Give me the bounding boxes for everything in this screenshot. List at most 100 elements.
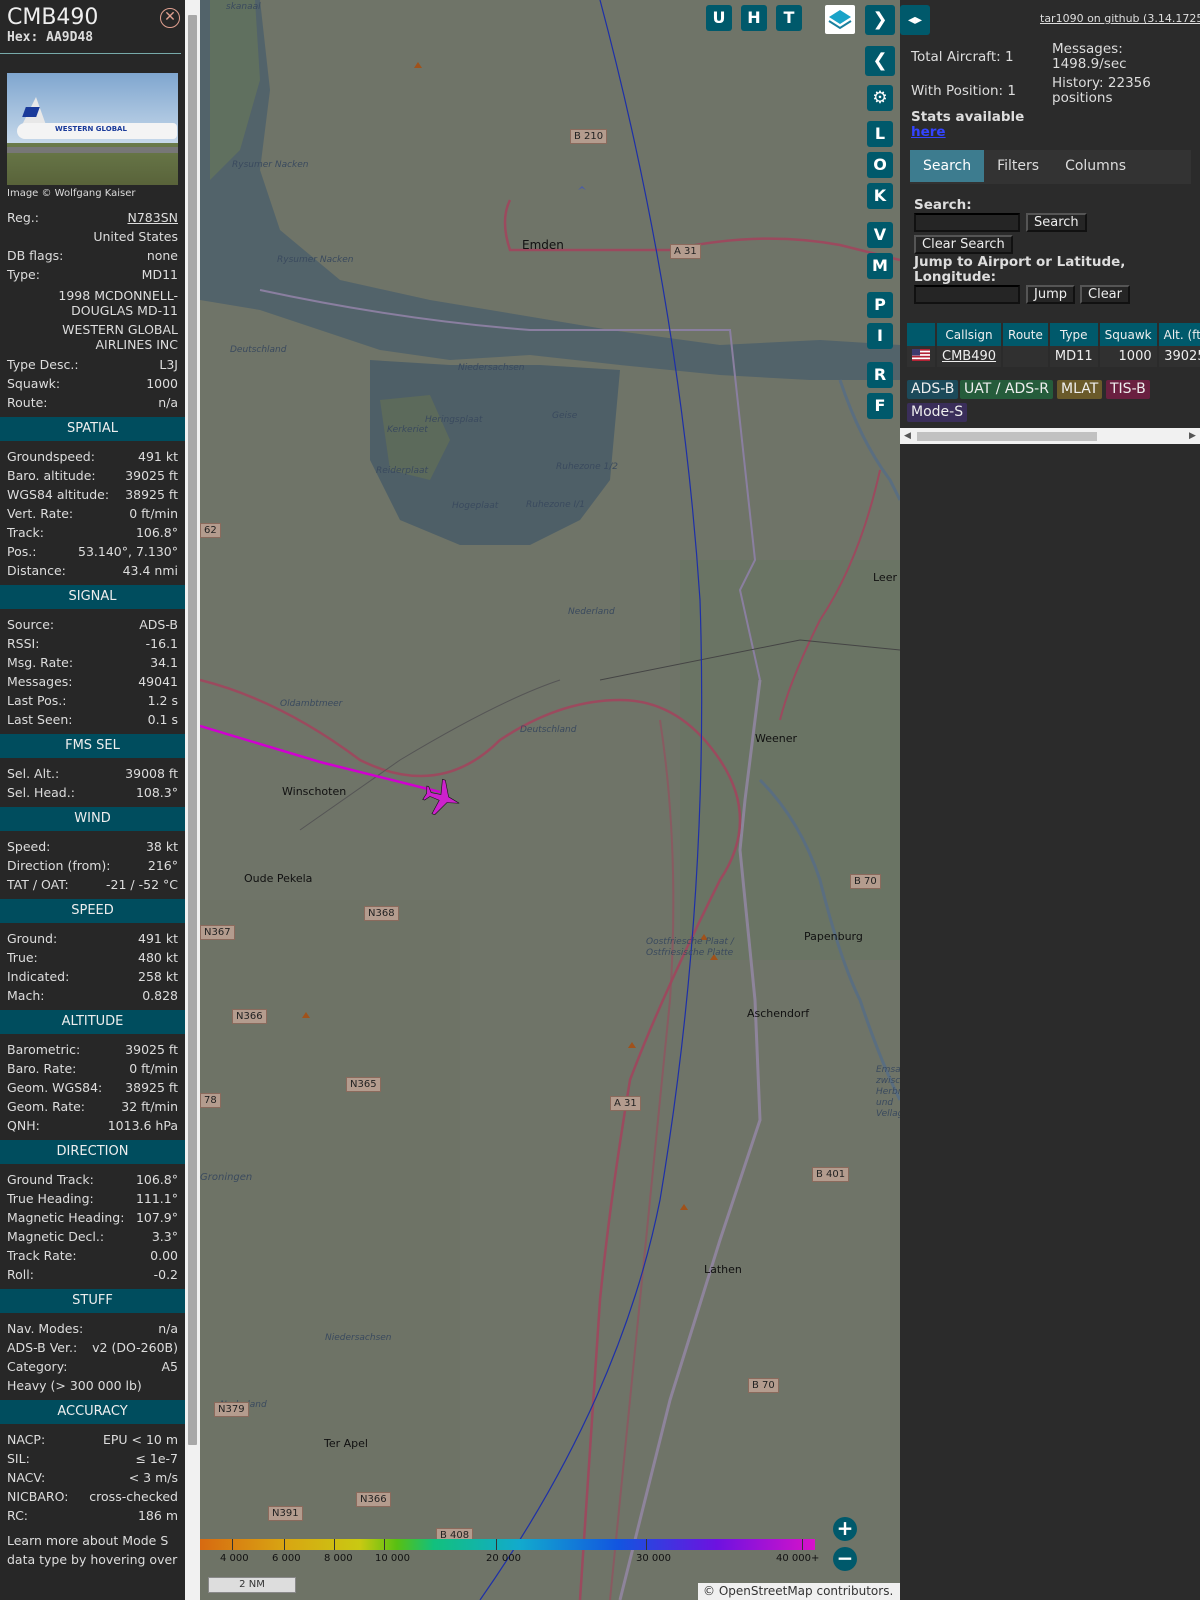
map-button-l[interactable]: L <box>867 121 893 147</box>
reg-link[interactable]: N783SN <box>128 208 179 227</box>
search-label: Search: <box>914 197 972 213</box>
altitude-tick-label: 4 000 <box>220 1553 249 1564</box>
map-button-t[interactable]: T <box>776 5 802 31</box>
info-value: ADS-B <box>139 617 178 632</box>
info-value: 106.8° <box>135 1172 178 1187</box>
info-label: Msg. Rate: <box>7 655 74 670</box>
search-button[interactable]: Search <box>1026 213 1087 232</box>
map-place-label: Nederland <box>568 607 615 617</box>
info-label: Heavy (> 300 000 lb) <box>7 1378 142 1393</box>
map-button-i[interactable]: I <box>867 323 893 349</box>
source-tag-mlat[interactable]: MLAT <box>1057 380 1103 399</box>
info-label: Source: <box>7 617 55 632</box>
zoom-in-button[interactable]: + <box>833 1517 857 1541</box>
map-button-f[interactable]: F <box>867 393 893 419</box>
total-aircraft: Total Aircraft: 1 <box>911 49 1014 65</box>
map-place-label: Aschendorf <box>747 1007 810 1020</box>
map-button-o[interactable]: O <box>867 152 893 178</box>
map-button-m[interactable]: M <box>867 253 893 279</box>
info-scrollbar-thumb[interactable] <box>188 15 197 1445</box>
map-button-v[interactable]: V <box>867 222 893 248</box>
info-value: 39025 ft <box>125 468 178 483</box>
info-label: NICBARO: <box>7 1489 69 1504</box>
info-label: RC: <box>7 1508 29 1523</box>
github-link[interactable]: tar1090 on github (3.14.1725) <box>1040 12 1200 25</box>
info-value: 38 kt <box>145 839 178 854</box>
info-label: TAT / OAT: <box>7 877 69 892</box>
info-label: Roll: <box>7 1267 34 1282</box>
map-button-k[interactable]: K <box>867 183 893 209</box>
info-value: 38925 ft <box>125 487 178 502</box>
info-value: 0.00 <box>150 1248 178 1263</box>
map-road-label: N366 <box>232 1009 267 1024</box>
clear-search-button[interactable]: Clear Search <box>914 235 1013 254</box>
info-row: Magnetic Decl.: 3.3° <box>0 1227 185 1246</box>
column-header[interactable]: Callsign <box>936 323 1004 346</box>
map-button-r[interactable]: R <box>867 362 893 388</box>
map-place-label: Rysumer Nacken <box>277 255 354 265</box>
table-row[interactable]: CMB490 MD11100039025 <box>907 346 1200 367</box>
info-label: Geom. Rate: <box>7 1099 86 1114</box>
info-label: Distance: <box>7 563 66 578</box>
column-header[interactable] <box>907 323 937 346</box>
scroll-right-arrow-icon[interactable]: ▶ <box>1189 431 1196 441</box>
map-button-h[interactable]: H <box>741 5 767 31</box>
layers-icon[interactable] <box>825 5 855 34</box>
chevron-right-icon[interactable]: ❯ <box>865 5 895 35</box>
aircraft-photo[interactable]: WESTERN GLOBAL <box>7 73 178 185</box>
map-place-label: Weener <box>755 732 798 745</box>
history-value: positions <box>1052 90 1113 106</box>
source-tag-adsb[interactable]: ADS-B <box>907 380 959 399</box>
table-scrollbar-thumb[interactable] <box>917 432 1097 441</box>
stats-link[interactable]: here <box>911 125 946 140</box>
map-button-u[interactable]: U <box>706 5 732 31</box>
jump-button[interactable]: Jump <box>1026 285 1075 304</box>
info-value: 0 ft/min <box>129 1061 178 1076</box>
search-input[interactable] <box>914 213 1020 232</box>
altitude-tick-label: 6 000 <box>272 1553 301 1564</box>
aircraft-info-panel: CMB490 Hex: AA9D48 ✕ WESTERN GLOBAL Imag… <box>0 0 200 1600</box>
map-place-label: Hogeplaat <box>452 501 499 511</box>
column-header[interactable]: Route <box>1002 323 1050 346</box>
jump-input[interactable] <box>914 285 1020 304</box>
route-row: Route: n/a <box>7 395 178 410</box>
map-attribution[interactable]: © OpenStreetMap contributors. <box>698 1583 900 1600</box>
callsign-cell[interactable]: CMB490 <box>936 346 1004 367</box>
info-value: ≤ 1e-7 <box>135 1451 178 1466</box>
source-tag-tisb[interactable]: TIS-B <box>1106 380 1150 399</box>
tab-filters[interactable]: Filters <box>984 150 1052 182</box>
info-value: 0.828 <box>142 988 178 1003</box>
us-flag-icon <box>907 346 937 367</box>
info-row: RC: 186 m <box>0 1506 185 1525</box>
image-credit: Image © Wolfgang Kaiser <box>7 188 136 199</box>
photo-livery-text: WESTERN GLOBAL <box>55 125 127 133</box>
tab-search[interactable]: Search <box>910 150 985 182</box>
map-button-p[interactable]: P <box>867 292 893 318</box>
map-road-label: B 70 <box>850 874 881 889</box>
map-place-label: Emden <box>522 238 564 252</box>
source-tag-uat[interactable]: UAT / ADS-R <box>960 380 1053 399</box>
chevron-left-icon[interactable]: ❮ <box>865 46 895 76</box>
info-row: Geom. WGS84: 38925 ft <box>0 1078 185 1097</box>
map-view[interactable]: Emden Winschoten Oude Pekela Weener Papenbur… <box>200 0 900 1600</box>
column-header[interactable]: Type <box>1048 323 1100 346</box>
section-header-altitude: ALTITUDE <box>0 1010 185 1034</box>
info-value: 0 ft/min <box>129 506 178 521</box>
column-header[interactable]: Alt. (ft) <box>1157 323 1200 346</box>
clear-jump-button[interactable]: Clear <box>1080 285 1130 304</box>
info-value: A5 <box>161 1359 178 1374</box>
info-row: True Heading: 111.1° <box>0 1189 185 1208</box>
source-tag-modes[interactable]: Mode-S <box>907 403 968 422</box>
expand-sidebar-icon[interactable]: ◂▸ <box>900 5 930 35</box>
info-label: ADS-B Ver.: <box>7 1340 78 1355</box>
map-road-label: N366 <box>356 1492 391 1507</box>
settings-gear-icon[interactable]: ⚙ <box>867 85 893 111</box>
column-header[interactable]: Squawk <box>1098 323 1159 346</box>
tab-columns[interactable]: Columns <box>1052 150 1139 182</box>
altitude-tick-label: 20 000 <box>486 1553 521 1564</box>
zoom-out-button[interactable]: − <box>833 1547 857 1571</box>
info-label: True Heading: <box>7 1191 94 1206</box>
scroll-left-arrow-icon[interactable]: ◀ <box>904 431 911 441</box>
reg-row: Reg.: N783SN <box>7 208 179 227</box>
close-icon[interactable]: ✕ <box>160 8 180 28</box>
